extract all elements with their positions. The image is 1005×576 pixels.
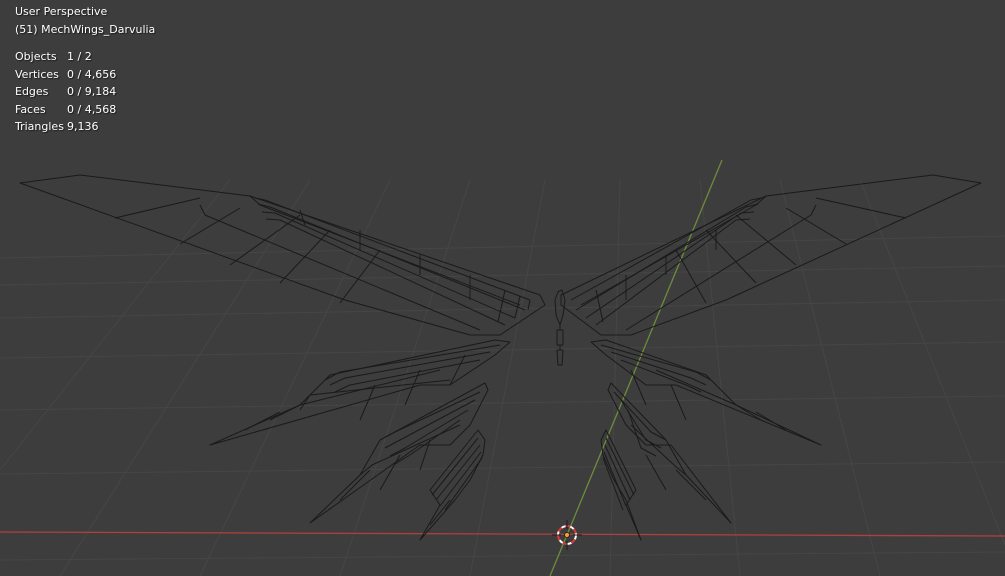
stat-label: Edges: [15, 85, 49, 98]
stat-value: 9,136: [67, 120, 99, 133]
object-origin-icon[interactable]: [564, 532, 570, 538]
y-axis-line: [549, 159, 723, 576]
stat-row-faces: Faces 0 / 4,568: [15, 101, 116, 119]
stat-value: 0 / 9,184: [67, 85, 117, 98]
stat-row-vertices: Vertices 0 / 4,656: [15, 66, 116, 84]
stat-label: Triangles: [15, 120, 64, 133]
wireframe-model[interactable]: [19, 174, 982, 541]
viewport-info: User Perspective (51) MechWings_Darvulia: [15, 3, 155, 38]
3d-viewport[interactable]: User Perspective (51) MechWings_Darvulia…: [0, 0, 1005, 576]
stat-value: 0 / 4,568: [67, 102, 117, 116]
stat-value: 1 / 2: [67, 50, 92, 63]
floor-grid: [0, 179, 1005, 576]
stat-label: Faces: [15, 102, 46, 116]
stat-label: Objects: [15, 50, 57, 63]
active-object-label: (51) MechWings_Darvulia: [15, 22, 156, 36]
viewport-scene[interactable]: [0, 0, 1005, 576]
view-name: User Perspective: [15, 5, 108, 18]
x-axis-line: [0, 531, 1005, 537]
stat-row-edges: Edges 0 / 9,184: [15, 83, 116, 101]
stat-value: 0 / 4,656: [67, 67, 117, 81]
scene-statistics: Objects 1 / 2 Vertices 0 / 4,656 Edges 0…: [15, 48, 116, 136]
stat-row-triangles: Triangles 9,136: [15, 118, 116, 136]
stat-label: Vertices: [15, 67, 59, 81]
stat-row-objects: Objects 1 / 2: [15, 48, 116, 66]
